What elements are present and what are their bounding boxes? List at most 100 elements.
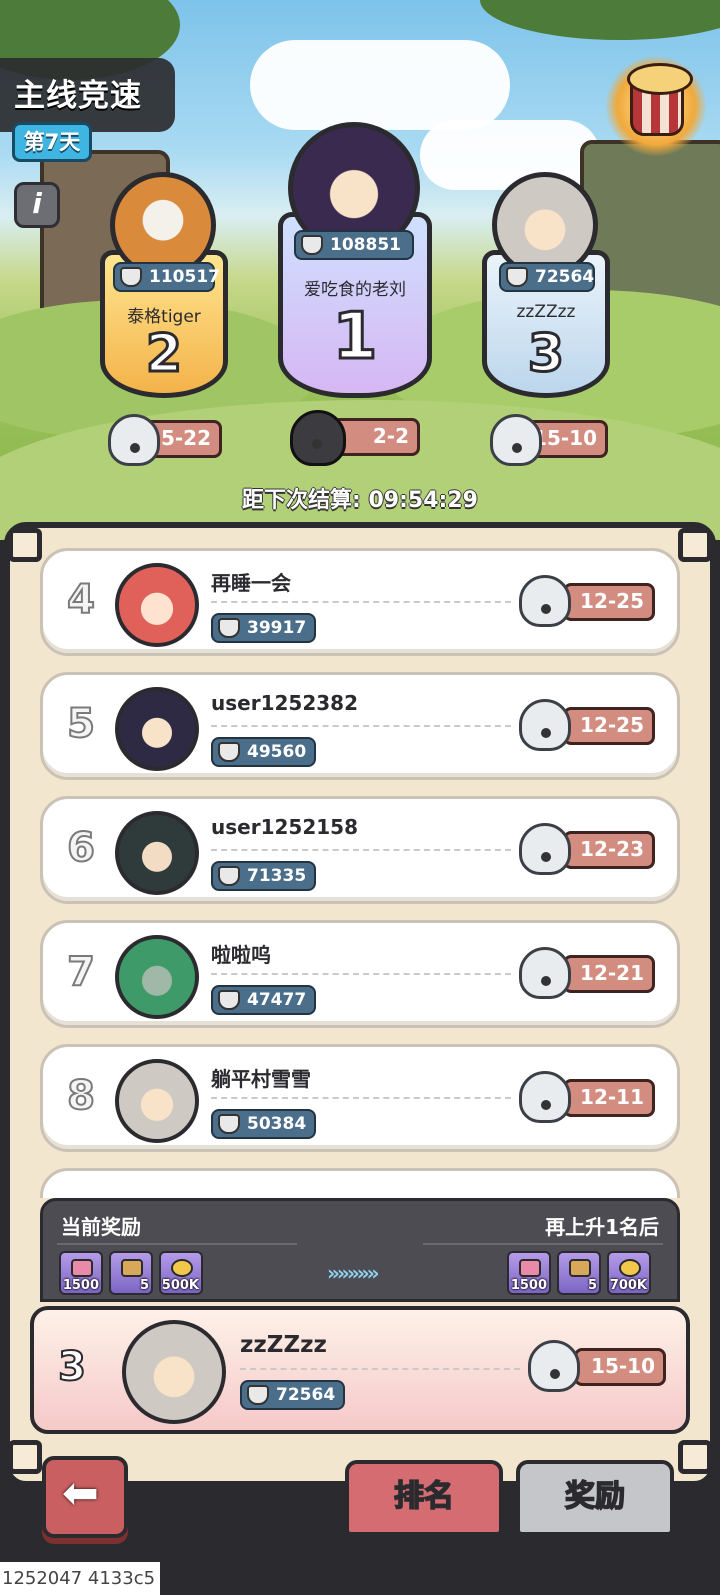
stage-badge: 12-23 bbox=[563, 831, 655, 869]
power-badge: 72564 bbox=[499, 262, 595, 292]
rewards-panel: 当前奖励 再上升1名后 1500 5 500K »»»»» 1500 5 700… bbox=[40, 1198, 680, 1302]
tab-ranking[interactable]: 排名 bbox=[345, 1460, 503, 1536]
avatar bbox=[115, 563, 199, 647]
current-reward-label: 当前奖励 bbox=[61, 1215, 141, 1239]
divider bbox=[211, 849, 511, 851]
power-badge: 47477 bbox=[211, 985, 317, 1015]
wolf-head-icon bbox=[528, 1340, 580, 1392]
power-badge: 39917 bbox=[211, 613, 317, 643]
reward-scroll-item[interactable]: 5 bbox=[557, 1251, 601, 1295]
scroll-icon bbox=[569, 1259, 591, 1277]
reward-coin-item[interactable]: 500K bbox=[159, 1251, 203, 1295]
player-name: 再睡一会 bbox=[211, 571, 291, 595]
player-name: zzZZzz bbox=[516, 302, 576, 322]
panel-corner bbox=[8, 528, 42, 562]
reward-gem-item[interactable]: 1500 bbox=[507, 1251, 551, 1295]
player-name: user1252382 bbox=[211, 691, 358, 715]
settlement-timer: 距下次结算: 09:54:29 bbox=[242, 488, 478, 513]
stage-badge: 15-10 bbox=[574, 1348, 666, 1386]
rank-number: 8 bbox=[66, 1072, 96, 1120]
stage-badge: 12-11 bbox=[563, 1079, 655, 1117]
rank-number: 3 bbox=[526, 323, 565, 386]
page-title: 主线竞速 bbox=[14, 78, 142, 114]
reward-gem-item[interactable]: 1500 bbox=[59, 1251, 103, 1295]
chest-graphic bbox=[627, 63, 693, 136]
tab-rewards[interactable]: 奖励 bbox=[516, 1460, 674, 1536]
divider bbox=[57, 1243, 297, 1245]
power-badge: 49560 bbox=[211, 737, 317, 767]
wolf-head-icon bbox=[519, 1071, 571, 1123]
wolf-head-icon bbox=[519, 823, 571, 875]
avatar bbox=[115, 687, 199, 771]
scroll-icon bbox=[121, 1259, 143, 1277]
avatar bbox=[115, 1059, 199, 1143]
coin-icon bbox=[171, 1259, 193, 1277]
divider bbox=[211, 973, 511, 975]
reward-coin-item[interactable]: 700K bbox=[607, 1251, 651, 1295]
panel-corner bbox=[678, 1440, 712, 1474]
power-icon bbox=[218, 1114, 240, 1134]
wolf-head-icon bbox=[108, 414, 160, 466]
stage-badge: 12-25 bbox=[563, 707, 655, 745]
list-item[interactable]: 5 user1252382 49560 12-25 bbox=[40, 672, 680, 780]
player-name: zzZZzz bbox=[240, 1332, 327, 1358]
arrows-icon: »»»»» bbox=[327, 1261, 380, 1285]
stage-badge: 12-21 bbox=[563, 955, 655, 993]
my-rank-row[interactable]: 3 zzZZzz 72564 15-10 bbox=[30, 1306, 690, 1434]
rank-number: 5 bbox=[66, 700, 96, 748]
panel-corner bbox=[678, 528, 712, 562]
info-icon[interactable]: i bbox=[14, 182, 60, 228]
divider bbox=[211, 1097, 511, 1099]
player-name: user1252158 bbox=[211, 815, 358, 839]
player-name: 爱吃食的老刘 bbox=[304, 280, 406, 300]
list-item[interactable]: 7 啦啦呜 47477 12-21 bbox=[40, 920, 680, 1028]
rank-number: 2 bbox=[144, 323, 183, 386]
ranking-list[interactable]: 4 再睡一会 39917 12-25 5 user1252382 49560 1… bbox=[40, 548, 680, 1198]
power-icon bbox=[301, 235, 323, 255]
divider bbox=[211, 601, 511, 603]
divider bbox=[423, 1243, 663, 1245]
back-button[interactable] bbox=[42, 1456, 128, 1538]
panel-corner bbox=[8, 1440, 42, 1474]
build-id: 1252047 4133c5 bbox=[0, 1562, 160, 1595]
divider bbox=[240, 1368, 520, 1370]
power-badge: 50384 bbox=[211, 1109, 317, 1139]
gem-icon bbox=[519, 1259, 541, 1277]
rank-number: 4 bbox=[66, 576, 96, 624]
list-item[interactable]: 6 user1252158 71335 12-23 bbox=[40, 796, 680, 904]
wolf-head-icon bbox=[519, 947, 571, 999]
rank-number: 3 bbox=[57, 1343, 87, 1391]
power-icon bbox=[218, 990, 240, 1010]
rank-number: 6 bbox=[66, 824, 96, 872]
power-icon bbox=[120, 267, 142, 287]
list-item-partial[interactable] bbox=[40, 1168, 680, 1198]
list-item[interactable]: 8 躺平村雪雪 50384 12-11 bbox=[40, 1044, 680, 1152]
avatar bbox=[122, 1320, 226, 1424]
wolf-head-icon bbox=[290, 410, 346, 466]
power-icon bbox=[218, 866, 240, 886]
reward-scroll-item[interactable]: 5 bbox=[109, 1251, 153, 1295]
wolf-head-icon bbox=[519, 699, 571, 751]
power-icon bbox=[247, 1385, 269, 1405]
gem-icon bbox=[71, 1259, 93, 1277]
rank-number: 1 bbox=[331, 299, 379, 376]
divider bbox=[211, 725, 511, 727]
stage-badge: 12-25 bbox=[563, 583, 655, 621]
power-badge: 108851 bbox=[294, 230, 414, 260]
gift-chest-icon[interactable] bbox=[606, 56, 706, 156]
coin-icon bbox=[619, 1259, 641, 1277]
wolf-head-icon bbox=[519, 575, 571, 627]
power-badge: 72564 bbox=[240, 1380, 346, 1410]
list-item[interactable]: 4 再睡一会 39917 12-25 bbox=[40, 548, 680, 656]
power-icon bbox=[218, 618, 240, 638]
wolf-head-icon bbox=[490, 414, 542, 466]
player-name: 躺平村雪雪 bbox=[211, 1067, 311, 1091]
avatar bbox=[115, 811, 199, 895]
day-badge: 第7天 bbox=[12, 122, 92, 162]
power-icon bbox=[506, 267, 528, 287]
player-name: 啦啦呜 bbox=[211, 943, 271, 967]
power-badge: 71335 bbox=[211, 861, 317, 891]
power-icon bbox=[218, 742, 240, 762]
power-badge: 110517 bbox=[113, 262, 220, 292]
next-reward-label: 再上升1名后 bbox=[545, 1215, 659, 1239]
